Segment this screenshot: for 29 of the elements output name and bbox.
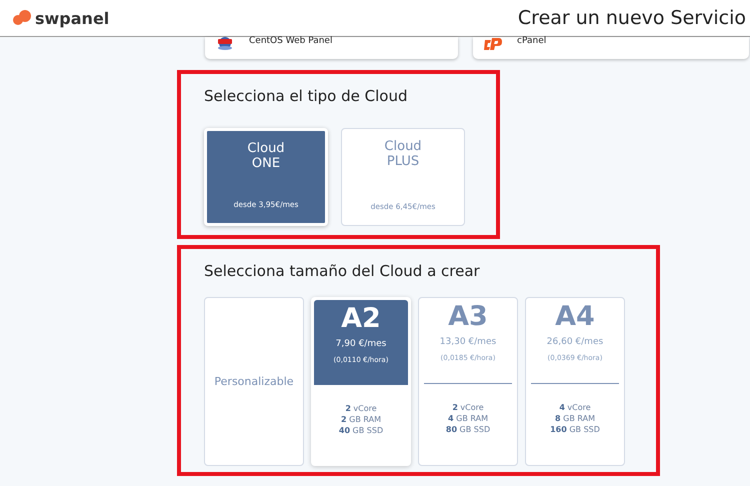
spec-line: 8 GB RAM bbox=[555, 414, 595, 423]
cloud-type-name: Cloud ONE bbox=[247, 141, 285, 171]
cloud-type-name: Cloud PLUS bbox=[384, 139, 422, 169]
custom-size-card[interactable]: Personalizable bbox=[204, 297, 304, 466]
section-title: Selecciona el tipo de Cloud bbox=[204, 87, 408, 105]
logo-icon bbox=[483, 37, 503, 50]
plan-name: A4 bbox=[555, 301, 595, 333]
panel-card[interactable]: CentOS Web Panel bbox=[205, 37, 458, 59]
monthly-price: 7,90 €/mes bbox=[336, 339, 386, 349]
spec-line: 2 vCore bbox=[452, 403, 484, 412]
spec-line: 40 GB SSD bbox=[338, 426, 384, 435]
spec-line: 4 vCore bbox=[559, 403, 591, 412]
plan-name: A2 bbox=[341, 303, 381, 335]
logo-text: swpanel bbox=[35, 8, 110, 28]
spec-line: 2 GB RAM bbox=[341, 415, 381, 424]
spec-line: 4 GB RAM bbox=[448, 414, 488, 423]
panel-card[interactable]: cPanel bbox=[473, 37, 749, 59]
monthly-price: 13,30 €/mes bbox=[440, 337, 496, 347]
monthly-price: 26,60 €/mes bbox=[546, 337, 604, 347]
page-title: Crear un nuevo Servicio bbox=[518, 7, 746, 29]
logo-icon bbox=[12, 10, 32, 26]
spec-line: 2 vCore bbox=[345, 404, 377, 413]
plan-name: A3 bbox=[448, 301, 488, 333]
spec-line: 80 GB SSD bbox=[446, 425, 490, 434]
panel-name: cPanel bbox=[517, 36, 546, 46]
spec-line: 160 GB SSD bbox=[550, 425, 600, 434]
section-title: Selecciona tamaño del Cloud a crear bbox=[204, 262, 481, 280]
globe-icon bbox=[215, 37, 235, 51]
panel-name: CentOS Web Panel bbox=[249, 36, 332, 46]
